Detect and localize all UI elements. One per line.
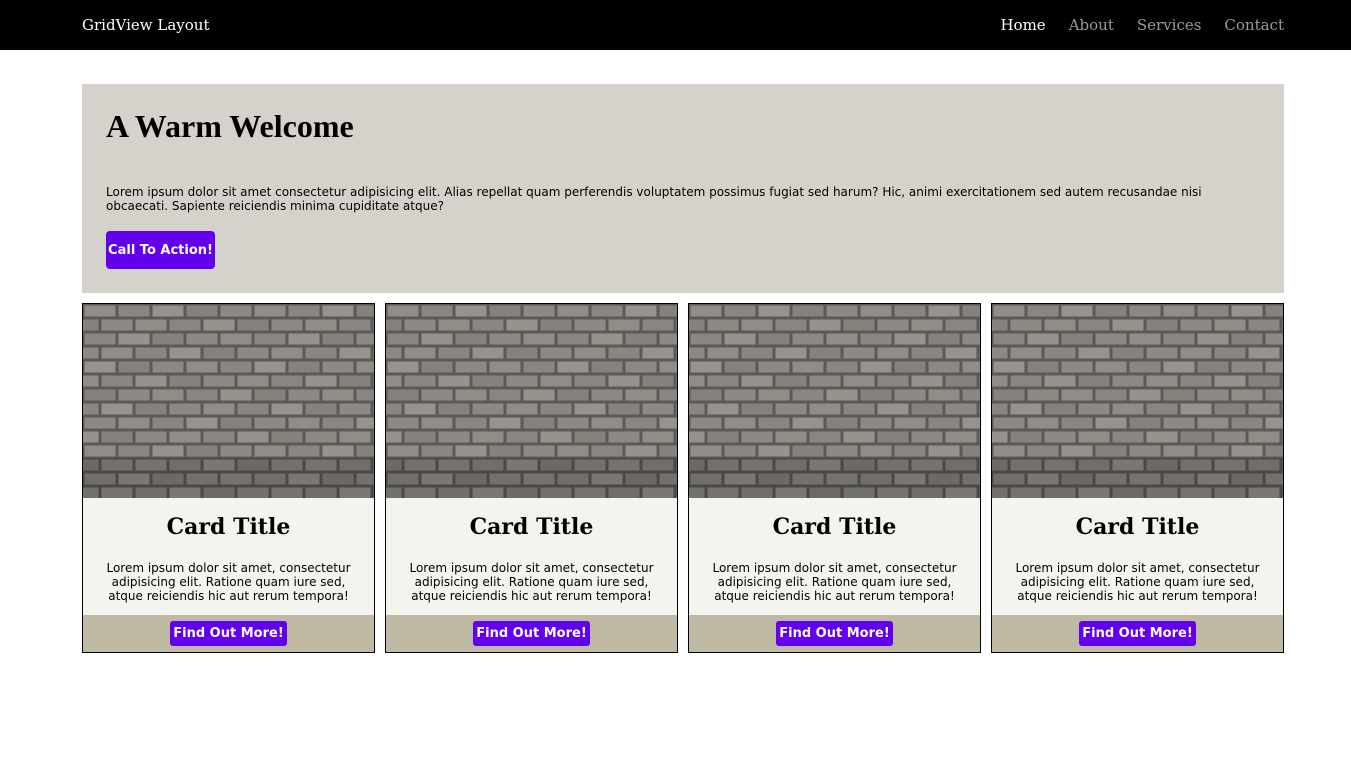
call-to-action-button[interactable]: Call To Action! xyxy=(106,231,215,269)
brick-wall-image xyxy=(386,304,677,498)
hero-text: Lorem ipsum dolor sit amet consectetur a… xyxy=(106,185,1202,213)
card-footer: Find Out More! xyxy=(689,615,980,652)
card-footer: Find Out More! xyxy=(992,615,1283,652)
card-footer: Find Out More! xyxy=(83,615,374,652)
card-title: Card Title xyxy=(166,514,291,540)
nav-links: Home About Services Contact xyxy=(1000,16,1284,34)
nav-link-about[interactable]: About xyxy=(1069,16,1114,34)
card-title: Card Title xyxy=(1075,514,1200,540)
find-out-more-button[interactable]: Find Out More! xyxy=(1079,621,1196,646)
brick-wall-image xyxy=(992,304,1283,498)
brand-logo[interactable]: GridView Layout xyxy=(82,16,210,34)
card-text: Lorem ipsum dolor sit amet, consectetur … xyxy=(106,561,351,603)
card-title: Card Title xyxy=(772,514,897,540)
hero-section: A Warm Welcome Lorem ipsum dolor sit ame… xyxy=(82,84,1284,293)
nav-link-home[interactable]: Home xyxy=(1000,16,1045,34)
hero-title: A Warm Welcome xyxy=(106,108,354,144)
card: Card Title Lorem ipsum dolor sit amet, c… xyxy=(991,303,1284,653)
card: Card Title Lorem ipsum dolor sit amet, c… xyxy=(688,303,981,653)
card-text: Lorem ipsum dolor sit amet, consectetur … xyxy=(712,561,957,603)
card-footer: Find Out More! xyxy=(386,615,677,652)
card-text: Lorem ipsum dolor sit amet, consectetur … xyxy=(1015,561,1260,603)
find-out-more-button[interactable]: Find Out More! xyxy=(170,621,287,646)
brick-wall-image xyxy=(689,304,980,498)
card-title: Card Title xyxy=(469,514,594,540)
card-text: Lorem ipsum dolor sit amet, consectetur … xyxy=(409,561,654,603)
card-grid: Card Title Lorem ipsum dolor sit amet, c… xyxy=(82,303,1284,653)
find-out-more-button[interactable]: Find Out More! xyxy=(473,621,590,646)
navbar: GridView Layout Home About Services Cont… xyxy=(0,0,1351,50)
nav-link-contact[interactable]: Contact xyxy=(1224,16,1284,34)
card: Card Title Lorem ipsum dolor sit amet, c… xyxy=(82,303,375,653)
nav-link-services[interactable]: Services xyxy=(1137,16,1202,34)
find-out-more-button[interactable]: Find Out More! xyxy=(776,621,893,646)
card: Card Title Lorem ipsum dolor sit amet, c… xyxy=(385,303,678,653)
brick-wall-image xyxy=(83,304,374,498)
